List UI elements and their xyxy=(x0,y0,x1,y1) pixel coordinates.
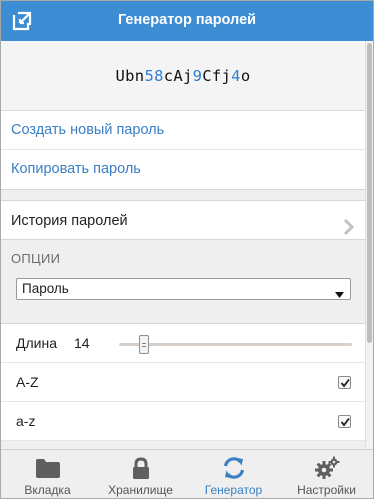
slider-handle[interactable] xyxy=(139,335,149,354)
password-type-select[interactable]: Пароль xyxy=(16,278,351,300)
uppercase-checkbox[interactable] xyxy=(338,376,351,389)
password-history-row[interactable]: История паролей xyxy=(1,200,365,240)
password-digit: 4 xyxy=(231,66,241,85)
tab-label: Вкладка xyxy=(24,483,71,497)
page-title: Генератор паролей xyxy=(117,12,257,28)
uppercase-row: A-Z xyxy=(1,363,365,402)
chevron-right-icon xyxy=(343,212,355,236)
tab-label: Настройки xyxy=(297,483,356,497)
create-password-link[interactable]: Создать новый пароль xyxy=(1,111,365,150)
type-select-wrap: Пароль xyxy=(1,278,365,323)
spacer xyxy=(1,190,365,200)
tab-label: Генератор xyxy=(204,483,263,497)
tab-settings[interactable]: Настройки xyxy=(280,450,373,498)
lock-icon xyxy=(128,456,154,480)
options-list: Длина 14 A-Z a-z xyxy=(1,323,365,441)
header-bar: Генератор паролей xyxy=(1,1,373,41)
gears-icon xyxy=(314,456,340,480)
app-window: Генератор паролей Ubn 58 cAj 9 Cfj 4 o Создать… xyxy=(0,0,374,499)
password-chars: Ubn xyxy=(115,66,145,85)
tab-generator[interactable]: Генератор xyxy=(187,450,280,498)
password-digit: 58 xyxy=(144,66,164,85)
dropdown-arrow-icon xyxy=(335,285,344,298)
length-slider[interactable] xyxy=(119,335,352,354)
scrollbar[interactable] xyxy=(365,41,373,449)
refresh-icon xyxy=(221,456,247,480)
password-chars: Cfj xyxy=(202,66,232,85)
lowercase-checkbox[interactable] xyxy=(338,415,351,428)
length-label: Длина xyxy=(16,335,57,351)
password-actions: Создать новый пароль Копировать пароль xyxy=(1,111,365,190)
password-type-value: Пароль xyxy=(22,281,69,296)
password-digit: 9 xyxy=(192,66,203,85)
scrollbar-thumb[interactable] xyxy=(367,43,372,343)
options-heading: ОПЦИИ xyxy=(1,240,365,278)
lowercase-label: a-z xyxy=(16,413,36,429)
password-history-label: История паролей xyxy=(11,213,128,229)
folder-icon xyxy=(35,456,61,480)
copy-password-link[interactable]: Копировать пароль xyxy=(1,150,365,189)
content-area: Ubn 58 cAj 9 Cfj 4 o Создать новый пароль Копи… xyxy=(1,41,365,449)
length-value: 14 xyxy=(74,335,90,351)
tab-bar: Вкладка Хранилище Генератор Настройки xyxy=(1,449,373,498)
password-chars: o xyxy=(240,66,251,85)
tab-vault[interactable]: Хранилище xyxy=(94,450,187,498)
tab-current[interactable]: Вкладка xyxy=(1,450,94,498)
uppercase-label: A-Z xyxy=(16,374,39,390)
tab-label: Хранилище xyxy=(108,483,173,497)
length-row: Длина 14 xyxy=(1,324,365,363)
lowercase-row: a-z xyxy=(1,402,365,441)
password-chars: cAj xyxy=(163,66,193,85)
generated-password: Ubn 58 cAj 9 Cfj 4 o xyxy=(1,41,365,111)
